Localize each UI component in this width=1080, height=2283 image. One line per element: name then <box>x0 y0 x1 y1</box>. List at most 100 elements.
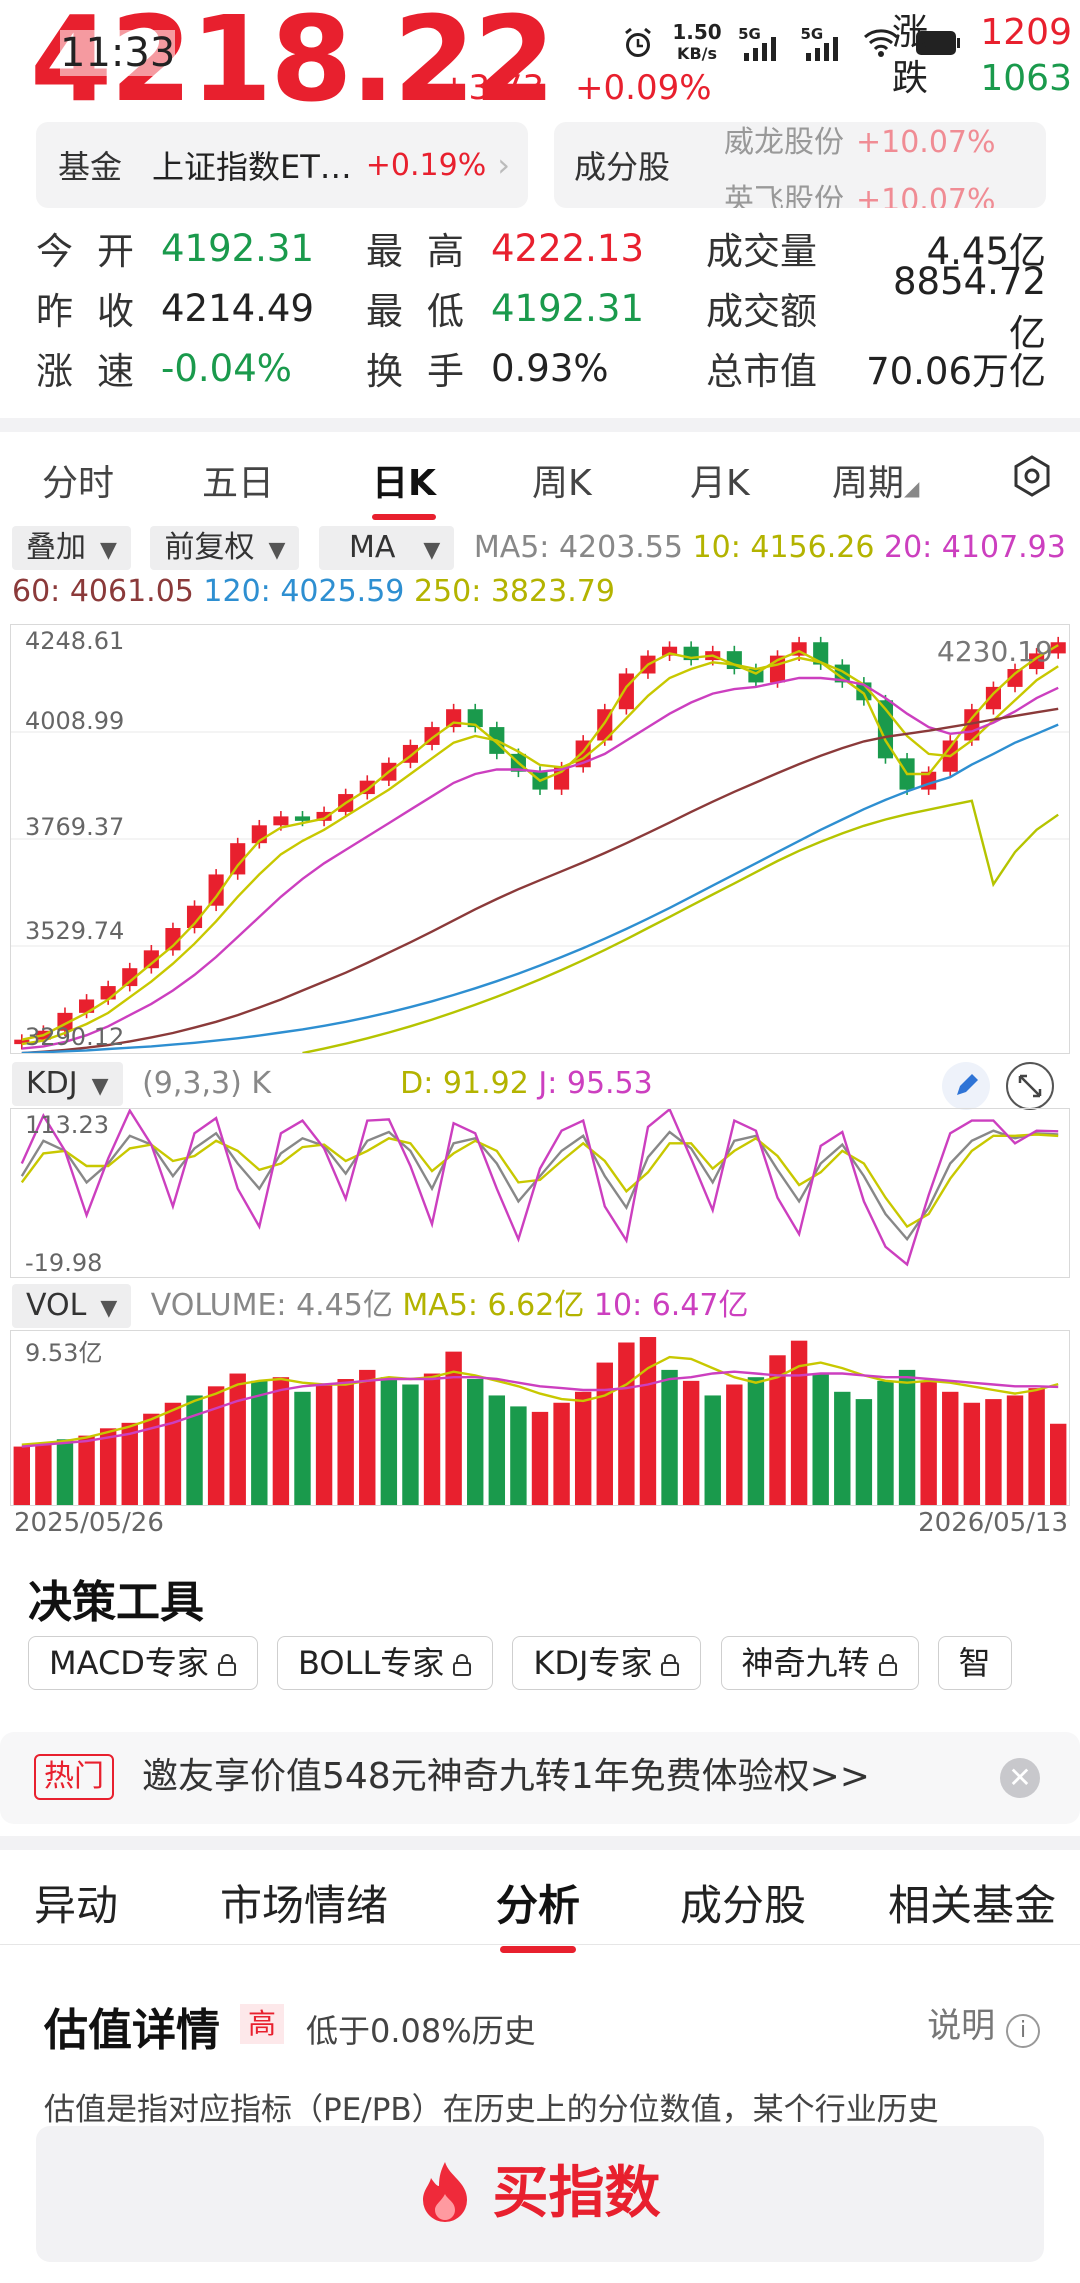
tab-daily-k[interactable]: 日K <box>372 454 436 520</box>
status-time: 11:33 <box>60 30 176 76</box>
down-label: 跌 <box>892 58 929 99</box>
ma5-value: MA5: 4203.55 <box>473 530 684 565</box>
kdj-label: KDJ <box>26 1066 78 1101</box>
down-count: 1063 <box>980 58 1072 99</box>
constituent-chip[interactable]: 成分股 威龙股份 +10.07% 英飞股份 +10.07% <box>554 122 1046 208</box>
tool-nine-turn-label: 神奇九转 <box>741 1644 870 1682</box>
indicator-dropdown[interactable]: MA ▼ <box>318 526 455 570</box>
net-speed-value: 1.50 <box>672 20 722 44</box>
kdj-line-d <box>20 1133 1059 1229</box>
volume-bar <box>272 1377 290 1505</box>
volume-bar <box>639 1337 657 1505</box>
kline-tick-1: 4008.99 <box>25 707 125 735</box>
explain-link[interactable]: 说明 i <box>927 1998 1040 2048</box>
tab-intraday[interactable]: 分时 <box>42 454 114 506</box>
settings-icon[interactable] <box>1010 454 1054 498</box>
volume-bar <box>1049 1423 1067 1505</box>
kdj-dropdown[interactable]: KDJ ▼ <box>12 1062 123 1106</box>
kdj-line-j <box>20 1107 1059 1267</box>
tab-period[interactable]: 周期◢ <box>832 454 919 506</box>
speed-label: 涨速 <box>36 350 158 393</box>
tab-weekly-k[interactable]: 周K <box>532 454 592 506</box>
kdj-params: (9,3,3) <box>142 1066 242 1101</box>
tool-boll[interactable]: BOLL专家 <box>277 1636 494 1690</box>
volume-bar <box>682 1380 700 1505</box>
volume-bar <box>1028 1388 1045 1505</box>
kline-tick-3: 3529.74 <box>25 917 125 945</box>
constituent-top-name: 威龙股份 <box>724 125 844 160</box>
kline-tick-0: 4248.61 <box>25 627 125 655</box>
valuation-badge: 高 <box>240 2004 285 2044</box>
volume-bar <box>164 1402 182 1505</box>
volume-bar <box>942 1391 959 1505</box>
tab-five-day[interactable]: 五日 <box>202 454 274 506</box>
tab-constituents[interactable]: 成分股 <box>680 1872 806 1933</box>
volume-bar <box>78 1435 95 1505</box>
vol-ma10: 10: 6.47亿 <box>593 1288 749 1323</box>
kdj-j: J: 95.53 <box>538 1066 653 1101</box>
caret-down-icon: ▼ <box>268 538 286 563</box>
volume-bar <box>13 1446 31 1505</box>
caret-down-icon: ▼ <box>423 538 441 563</box>
tab-analysis[interactable]: 分析 <box>496 1872 580 1953</box>
candle-body <box>273 816 289 826</box>
tool-kdj[interactable]: KDJ专家 <box>512 1636 702 1690</box>
kdj-chart[interactable]: 113.23 -19.98 <box>10 1107 1070 1278</box>
constituent-top-change: +10.07% <box>856 125 996 160</box>
candle-body <box>618 673 634 710</box>
related-chips: 基金 上证指数ET… +0.19% › 成分股 威龙股份 +10.07% 英飞股份… <box>36 122 1046 208</box>
market-cap-label: 总市值 <box>706 350 817 393</box>
tool-more[interactable]: 智 <box>937 1636 1012 1690</box>
kline-svg <box>11 636 1069 1055</box>
volume-chart[interactable]: 9.53亿 <box>10 1330 1070 1506</box>
volume-bar <box>510 1406 527 1505</box>
close-icon[interactable]: ✕ <box>1000 1758 1040 1798</box>
analysis-tabs: 异动 市场情绪 分析 成分股 相关基金 <box>0 1854 1080 1953</box>
volume-bar <box>402 1384 419 1505</box>
x-axis-start: 2025/05/26 <box>14 1508 164 1538</box>
expand-icon[interactable] <box>1006 1062 1054 1110</box>
tool-macd[interactable]: MACD专家 <box>28 1636 258 1690</box>
flame-icon <box>423 2162 468 2222</box>
tab-anomaly[interactable]: 异动 <box>34 1872 118 1933</box>
fund-chip-label: 基金 <box>58 148 123 186</box>
volume-bar <box>337 1379 354 1505</box>
tab-sentiment[interactable]: 市场情绪 <box>220 1872 388 1933</box>
volume-bar <box>488 1395 506 1505</box>
fund-chip[interactable]: 基金 上证指数ET… +0.19% › <box>36 122 528 208</box>
volume-bar <box>747 1377 765 1505</box>
adjust-dropdown[interactable]: 前复权 ▼ <box>150 526 300 570</box>
volume-bar <box>467 1379 484 1505</box>
ma250-value: 250: 3823.79 <box>413 574 615 609</box>
volume-bar <box>985 1399 1002 1505</box>
vol-dropdown[interactable]: VOL ▼ <box>12 1284 132 1328</box>
tool-nine-turn[interactable]: 神奇九转 <box>720 1636 919 1690</box>
chart-period-tabs: 分时 五日 日K 周K 月K 周期◢ <box>0 440 1080 520</box>
overlay-dropdown[interactable]: 叠加 ▼ <box>12 526 131 570</box>
fund-chip-change: +0.19% <box>365 147 487 183</box>
lock-icon <box>661 1654 680 1676</box>
adjust-label: 前复权 <box>164 530 255 565</box>
constituent-next-name: 英飞股份 <box>724 183 844 208</box>
divider <box>0 1836 1080 1850</box>
turnover-rate-label: 换手 <box>366 350 488 393</box>
valuation-card: 估值详情 高 低于0.08%历史 说明 i 估值是指对应指标（PE/PB）在历史… <box>0 1954 1080 2283</box>
volume-label: 成交量 <box>706 230 817 273</box>
volume-bar <box>315 1384 333 1505</box>
tab-related-funds[interactable]: 相关基金 <box>888 1872 1056 1933</box>
volume-bar <box>661 1369 678 1505</box>
promo-banner[interactable]: 热门 邀友享价值548元神奇九转1年免费体验权>> ✕ <box>0 1732 1080 1824</box>
kdj-toolbar: KDJ ▼ (9,3,3) K D: 91.92 J: 95.53 <box>12 1062 1072 1110</box>
market-breadth: 涨 1209 跌 1063 <box>892 10 1072 102</box>
tab-period-label: 周期 <box>832 463 905 504</box>
tab-monthly-k[interactable]: 月K <box>690 454 750 506</box>
candle-body <box>446 709 462 728</box>
buy-index-button[interactable]: 买指数 <box>36 2126 1044 2262</box>
kdj-line-k <box>20 1129 1059 1242</box>
vol-ma5: MA5: 6.62亿 <box>402 1288 585 1323</box>
kline-chart[interactable]: 4248.61 4008.99 3769.37 3529.74 3290.12 … <box>10 624 1070 1055</box>
edit-icon[interactable] <box>942 1062 990 1110</box>
quote-stats: 今开 4192.31 最高 4222.13 成交量 4.45亿 昨收 4214.… <box>36 218 1046 398</box>
volume-bar <box>99 1428 117 1505</box>
prev-close-label: 昨收 <box>36 290 158 333</box>
